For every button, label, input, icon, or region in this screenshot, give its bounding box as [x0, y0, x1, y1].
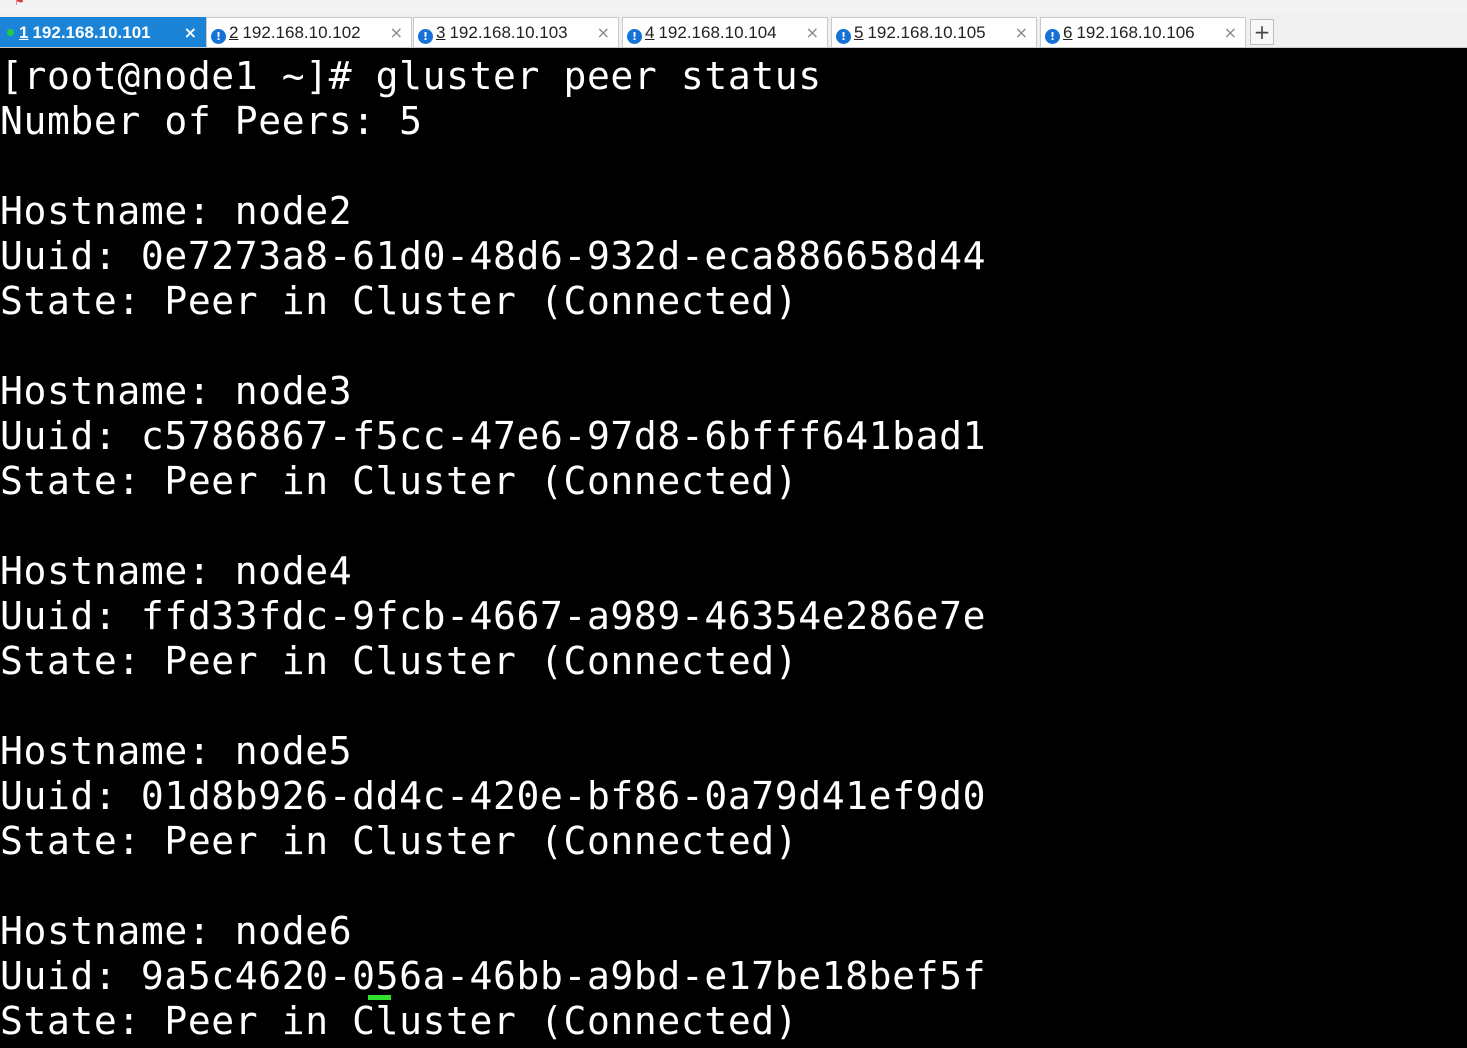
top-strip: ⚑: [0, 0, 1467, 14]
peer-state-line: State: Peer in Cluster (Connected): [0, 459, 799, 503]
tab-session-3[interactable]: ! 3 192.168.10.103 ×: [413, 17, 619, 47]
info-status-icon: !: [211, 29, 226, 44]
app-icon: ⚑: [14, 0, 25, 8]
peer-uuid-line: Uuid: c5786867-f5cc-47e6-97d8-6bfff641ba…: [0, 414, 987, 458]
tab-host: 192.168.10.106: [1076, 23, 1195, 42]
tab-number: 5: [854, 23, 864, 42]
terminal-output[interactable]: [root@node1 ~]# gluster peer status Numb…: [0, 48, 1467, 1048]
tab-host: 192.168.10.103: [449, 23, 568, 42]
tab-host: 192.168.10.105: [867, 23, 986, 42]
command-text: gluster peer status: [375, 54, 822, 98]
peer-state-line: State: Peer in Cluster (Connected): [0, 999, 799, 1043]
peer-uuid-line: Uuid: 0e7273a8-61d0-48d6-932d-eca886658d…: [0, 234, 987, 278]
tab-host: 192.168.10.102: [242, 23, 361, 42]
close-tab-icon[interactable]: ×: [1224, 18, 1237, 48]
tab-number: 4: [645, 23, 655, 42]
peer-count-line: Number of Peers: 5: [0, 99, 423, 143]
tab-number: 1: [19, 23, 29, 42]
new-tab-button[interactable]: +: [1250, 19, 1274, 45]
peer-uuid-line: Uuid: ffd33fdc-9fcb-4667-a989-46354e286e…: [0, 594, 987, 638]
peer-uuid-line: Uuid: 01d8b926-dd4c-420e-bf86-0a79d41ef9…: [0, 774, 987, 818]
tab-number: 6: [1063, 23, 1073, 42]
info-status-icon: !: [836, 29, 851, 44]
shell-prompt: [root@node1 ~]#: [0, 54, 353, 98]
peer-hostname-line: Hostname: node3: [0, 369, 353, 413]
tab-host: 192.168.10.104: [658, 23, 777, 42]
tab-session-2[interactable]: ! 2 192.168.10.102 ×: [206, 17, 412, 47]
tab-session-5[interactable]: ! 5 192.168.10.105 ×: [831, 17, 1037, 47]
command-line: [root@node1 ~]# gluster peer status: [0, 54, 1467, 99]
peer-hostname-line: Hostname: node4: [0, 549, 353, 593]
close-tab-icon[interactable]: ×: [390, 18, 403, 48]
info-status-icon: !: [627, 29, 642, 44]
peer-state-line: State: Peer in Cluster (Connected): [0, 639, 799, 683]
close-tab-icon[interactable]: ×: [806, 18, 819, 48]
close-tab-icon[interactable]: ×: [1015, 18, 1028, 48]
tab-number: 2: [229, 23, 239, 42]
tab-session-1[interactable]: 1 192.168.10.101 ×: [0, 17, 206, 47]
tab-session-6[interactable]: ! 6 192.168.10.106 ×: [1040, 17, 1246, 47]
peer-uuid-line: Uuid: 9a5c4620-056a-46bb-a9bd-e17be18bef…: [0, 954, 987, 998]
peer-hostname-line: Hostname: node6: [0, 909, 353, 953]
tab-number: 3: [436, 23, 446, 42]
peer-hostname-line: Hostname: node5: [0, 729, 353, 773]
peer-hostname-line: Hostname: node2: [0, 189, 353, 233]
tab-session-4[interactable]: ! 4 192.168.10.104 ×: [622, 17, 828, 47]
info-status-icon: !: [1045, 29, 1060, 44]
terminal-cursor: [368, 995, 391, 1000]
info-status-icon: !: [418, 29, 433, 44]
session-tab-bar: 1 192.168.10.101 × ! 2 192.168.10.102 × ! 3 1…: [0, 14, 1467, 48]
connected-status-icon: [7, 29, 14, 36]
close-tab-icon[interactable]: ×: [184, 18, 197, 48]
peer-state-line: State: Peer in Cluster (Connected): [0, 819, 799, 863]
close-tab-icon[interactable]: ×: [597, 18, 610, 48]
peer-state-line: State: Peer in Cluster (Connected): [0, 279, 799, 323]
tab-host: 192.168.10.101: [32, 23, 151, 42]
